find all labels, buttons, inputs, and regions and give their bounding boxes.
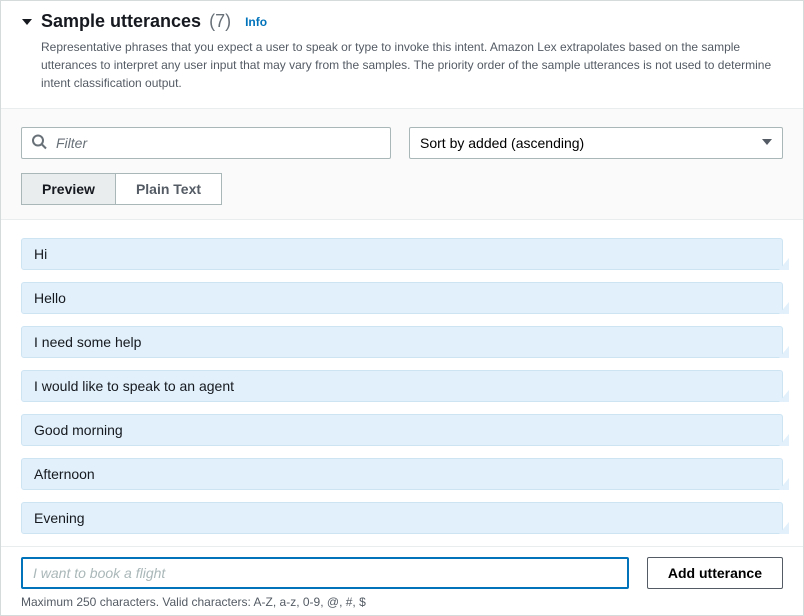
panel-title: Sample utterances — [41, 11, 201, 32]
tab-preview[interactable]: Preview — [21, 173, 116, 205]
panel-description: Representative phrases that you expect a… — [21, 38, 783, 92]
utterance-list: Hi Hello I need some help I would like t… — [1, 220, 803, 546]
input-hint: Maximum 250 characters. Valid characters… — [21, 595, 783, 609]
utterance-bubble[interactable]: Good morning — [21, 414, 783, 446]
utterance-count: (7) — [209, 11, 231, 32]
sort-button[interactable]: Sort by added (ascending) — [409, 127, 783, 159]
scrollbar-track — [791, 238, 799, 534]
sample-utterances-panel: Sample utterances (7) Info Representativ… — [0, 0, 804, 616]
title-row: Sample utterances (7) Info — [21, 11, 783, 32]
info-link[interactable]: Info — [245, 15, 267, 29]
tab-plain-text[interactable]: Plain Text — [116, 173, 222, 205]
add-row: Add utterance — [21, 557, 783, 589]
filter-wrapper — [21, 127, 391, 159]
utterance-bubble[interactable]: Afternoon — [21, 458, 783, 490]
utterance-bubble[interactable]: I need some help — [21, 326, 783, 358]
filter-input[interactable] — [21, 127, 391, 159]
utterance-bubble[interactable]: I would like to speak to an agent — [21, 370, 783, 402]
utterance-bubble[interactable]: Hi — [21, 238, 783, 270]
panel-header: Sample utterances (7) Info Representativ… — [1, 1, 803, 109]
utterance-bubble[interactable]: Hello — [21, 282, 783, 314]
add-utterance-button[interactable]: Add utterance — [647, 557, 783, 589]
footer-section: Add utterance Maximum 250 characters. Va… — [1, 546, 803, 615]
view-mode-segment: Preview Plain Text — [21, 173, 783, 205]
utterance-bubble[interactable]: Evening — [21, 502, 783, 534]
controls-section: Sort by added (ascending) Preview Plain … — [1, 109, 803, 220]
collapse-caret-icon[interactable] — [21, 16, 33, 28]
filter-sort-row: Sort by added (ascending) — [21, 127, 783, 159]
new-utterance-input[interactable] — [21, 557, 629, 589]
sort-select[interactable]: Sort by added (ascending) — [409, 127, 783, 159]
